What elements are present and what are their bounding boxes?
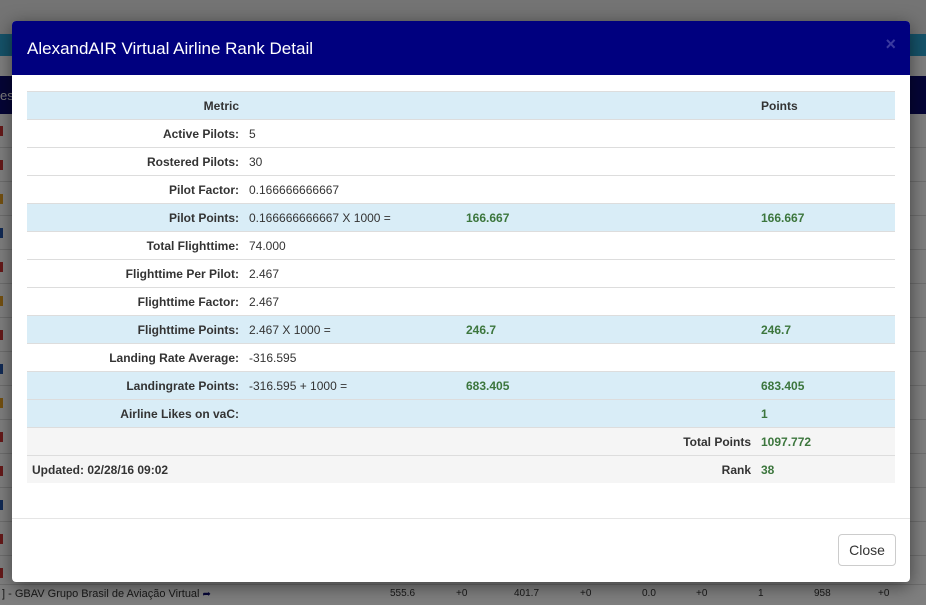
- metric-label: Total Flighttime:: [27, 231, 244, 260]
- table-row-highlighted: Airline Likes on vaC: 1: [27, 399, 895, 428]
- metric-points: [756, 287, 895, 316]
- modal-header: AlexandAIR Virtual Airline Rank Detail ×: [12, 21, 910, 75]
- table-cell: [461, 91, 756, 120]
- metric-label: Flighttime Per Pilot:: [27, 259, 244, 288]
- close-button[interactable]: Close: [838, 534, 896, 566]
- metric-calc: [461, 343, 756, 372]
- metric-calc: [461, 147, 756, 176]
- column-header-points: Points: [756, 91, 895, 120]
- table-row: Pilot Factor: 0.166666666667: [27, 175, 895, 204]
- metric-value: 0.166666666667: [244, 175, 461, 204]
- metric-value: 0.166666666667 X 1000 =: [244, 203, 461, 232]
- table-row: Rostered Pilots: 30: [27, 147, 895, 176]
- metric-label: Flighttime Points:: [27, 315, 244, 344]
- column-header-metric: Metric: [27, 91, 244, 120]
- table-row: Total Flighttime: 74.000: [27, 231, 895, 260]
- metric-label: Airline Likes on vaC:: [27, 399, 244, 428]
- metric-label: Active Pilots:: [27, 119, 244, 148]
- metric-label: Flighttime Factor:: [27, 287, 244, 316]
- metric-points: [756, 147, 895, 176]
- metric-points: [756, 259, 895, 288]
- metric-value: 2.467 X 1000 =: [244, 315, 461, 344]
- metric-calc: [461, 231, 756, 260]
- table-row: Active Pilots: 5: [27, 119, 895, 148]
- table-row: Flighttime Per Pilot: 2.467: [27, 259, 895, 288]
- metric-calc: [461, 287, 756, 316]
- modal-footer: Close: [12, 518, 910, 582]
- metric-value: -316.595 + 1000 =: [244, 371, 461, 400]
- table-row-highlighted: Landingrate Points: -316.595 + 1000 = 68…: [27, 371, 895, 400]
- metric-value: -316.595: [244, 343, 461, 372]
- rank-detail-table: Metric Points Active Pilots: 5 Rostered …: [27, 91, 895, 483]
- table-cell: [244, 427, 461, 456]
- rank-value: 38: [756, 455, 895, 483]
- metric-points: [756, 119, 895, 148]
- metric-calc: [461, 119, 756, 148]
- metric-calc: 166.667: [461, 203, 756, 232]
- metric-calc: 683.405: [461, 371, 756, 400]
- metric-value: 74.000: [244, 231, 461, 260]
- metric-value: 2.467: [244, 259, 461, 288]
- metric-points: 166.667: [756, 203, 895, 232]
- metric-points: 246.7: [756, 315, 895, 344]
- metric-calc: 246.7: [461, 315, 756, 344]
- metric-label: Pilot Points:: [27, 203, 244, 232]
- rank-detail-modal: AlexandAIR Virtual Airline Rank Detail ×…: [12, 21, 910, 582]
- total-points-label: Total Points: [461, 427, 756, 456]
- metric-points: 1: [756, 399, 895, 428]
- metric-label: Landing Rate Average:: [27, 343, 244, 372]
- metric-points: [756, 175, 895, 204]
- metric-value: [244, 399, 461, 428]
- metric-label: Rostered Pilots:: [27, 147, 244, 176]
- metric-value: 5: [244, 119, 461, 148]
- metric-value: 30: [244, 147, 461, 176]
- close-icon[interactable]: ×: [885, 35, 896, 53]
- table-cell: [27, 427, 244, 456]
- metric-value: 2.467: [244, 287, 461, 316]
- metric-calc: [461, 175, 756, 204]
- table-cell: [244, 91, 461, 120]
- modal-title: AlexandAIR Virtual Airline Rank Detail: [27, 39, 313, 58]
- metric-label: Pilot Factor:: [27, 175, 244, 204]
- metric-points: [756, 231, 895, 260]
- table-header-row: Metric Points: [27, 91, 895, 120]
- metric-calc: [461, 259, 756, 288]
- rank-row: Updated: 02/28/16 09:02 Rank 38: [27, 455, 895, 483]
- updated-timestamp: Updated: 02/28/16 09:02: [27, 455, 461, 483]
- metric-points: [756, 343, 895, 372]
- total-points-row: Total Points 1097.772: [27, 427, 895, 456]
- metric-label: Landingrate Points:: [27, 371, 244, 400]
- table-row: Landing Rate Average: -316.595: [27, 343, 895, 372]
- table-row: Flighttime Factor: 2.467: [27, 287, 895, 316]
- total-points-value: 1097.772: [756, 427, 895, 456]
- metric-points: 683.405: [756, 371, 895, 400]
- metric-calc: [461, 399, 756, 428]
- table-row-highlighted: Pilot Points: 0.166666666667 X 1000 = 16…: [27, 203, 895, 232]
- table-row-highlighted: Flighttime Points: 2.467 X 1000 = 246.7 …: [27, 315, 895, 344]
- modal-body: Metric Points Active Pilots: 5 Rostered …: [27, 91, 895, 483]
- rank-label: Rank: [461, 455, 756, 483]
